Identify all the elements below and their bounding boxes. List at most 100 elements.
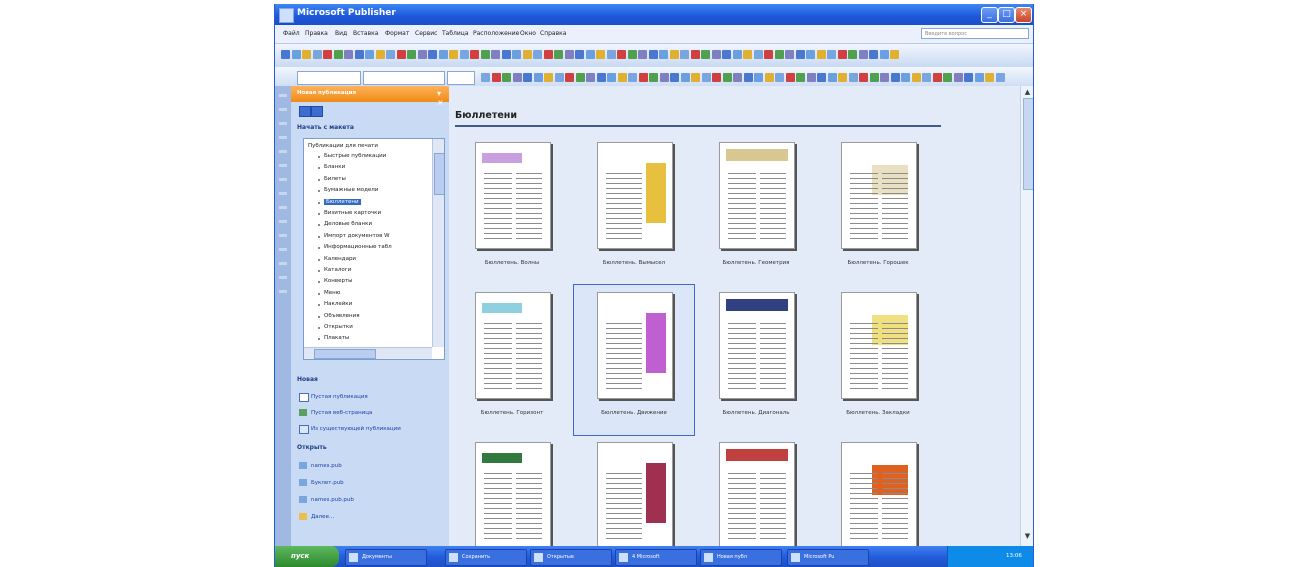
toolbar-button-icon[interactable] xyxy=(827,50,836,59)
tree-item[interactable]: Импорт документов W xyxy=(324,233,390,239)
template-label[interactable]: Бюллетень. Закладки xyxy=(823,410,933,416)
toolbar-button-icon[interactable] xyxy=(890,50,899,59)
toolbar-button-icon[interactable] xyxy=(470,50,479,59)
tree-item[interactable]: Объявления xyxy=(324,313,360,319)
tree-item[interactable]: Меню xyxy=(324,290,340,296)
tree-item[interactable]: Конверты xyxy=(324,278,353,284)
taskbar-task-button[interactable]: Документы xyxy=(345,549,427,566)
format-button-icon[interactable] xyxy=(670,73,679,82)
toolbar-button-icon[interactable] xyxy=(764,50,773,59)
tree-item[interactable]: Наклейки xyxy=(324,301,352,307)
gallery-scrollbar[interactable]: ▲ ▼ xyxy=(1020,86,1033,546)
toolbar-button-icon[interactable] xyxy=(869,50,878,59)
open-file-link-2[interactable]: Буклет.pub xyxy=(311,480,344,486)
menu-edit[interactable]: Правка xyxy=(305,30,328,37)
template-thumbnail[interactable] xyxy=(719,442,795,546)
toolbar-button-icon[interactable] xyxy=(449,50,458,59)
format-button-icon[interactable] xyxy=(596,73,606,82)
format-button-icon[interactable] xyxy=(491,73,501,82)
tree-item[interactable]: Визитные карточки xyxy=(324,210,381,216)
format-button-icon[interactable] xyxy=(827,73,837,82)
toolbar-button-icon[interactable] xyxy=(428,50,437,59)
template-label[interactable]: Бюллетень. Геометрия xyxy=(701,260,811,266)
template-thumbnail[interactable] xyxy=(719,292,795,399)
template-thumbnail[interactable] xyxy=(597,142,673,249)
template-thumbnail[interactable] xyxy=(841,142,917,249)
format-button-icon[interactable] xyxy=(775,73,784,82)
start-button[interactable]: пуск xyxy=(275,546,339,567)
blank-web-page-link[interactable]: Пустая веб-страница xyxy=(311,410,372,416)
format-button-icon[interactable] xyxy=(649,73,658,82)
format-button-icon[interactable] xyxy=(691,73,700,82)
format-button-icon[interactable] xyxy=(638,73,648,82)
format-button-icon[interactable] xyxy=(932,73,942,82)
taskbar-task-button[interactable]: 4 Microsoft xyxy=(615,549,697,566)
format-button-icon[interactable] xyxy=(974,73,984,82)
help-question-box[interactable]: Введите вопрос xyxy=(921,28,1029,39)
format-button-icon[interactable] xyxy=(680,73,690,82)
format-button-icon[interactable] xyxy=(796,73,805,82)
blank-publication-link[interactable]: Пустая публикация xyxy=(311,394,368,400)
menu-format[interactable]: Формат xyxy=(385,30,409,37)
format-button-icon[interactable] xyxy=(953,73,963,82)
close-button[interactable]: × xyxy=(1015,7,1032,23)
toolbar-button-icon[interactable] xyxy=(407,50,416,59)
toolbar-button-icon[interactable] xyxy=(333,50,343,59)
toolbar-button-icon[interactable] xyxy=(879,50,889,59)
format-button-icon[interactable] xyxy=(533,73,543,82)
toolbar-button-icon[interactable] xyxy=(753,50,763,59)
format-button-icon[interactable] xyxy=(901,73,910,82)
toolbar-button-icon[interactable] xyxy=(627,50,637,59)
format-button-icon[interactable] xyxy=(890,73,900,82)
menu-file[interactable]: Файл xyxy=(283,30,300,37)
template-thumbnail[interactable] xyxy=(841,442,917,546)
format-button-icon[interactable] xyxy=(554,73,564,82)
format-button-icon[interactable] xyxy=(995,73,1005,82)
toolbar-button-icon[interactable] xyxy=(669,50,679,59)
toolbar-button-icon[interactable] xyxy=(722,50,731,59)
format-button-icon[interactable] xyxy=(754,73,763,82)
toolbar-button-icon[interactable] xyxy=(323,50,332,59)
tree-item[interactable]: Бюллетени xyxy=(324,198,361,205)
template-thumbnail[interactable] xyxy=(475,142,551,249)
tree-item[interactable]: Плакаты xyxy=(324,335,349,341)
toolbar-button-icon[interactable] xyxy=(291,50,301,59)
format-button-icon[interactable] xyxy=(859,73,868,82)
toolbar-button-icon[interactable] xyxy=(564,50,574,59)
tree-horizontal-scrollbar[interactable] xyxy=(304,347,432,359)
toolbar-button-icon[interactable] xyxy=(606,50,616,59)
toolbar-button-icon[interactable] xyxy=(774,50,784,59)
toolbar-button-icon[interactable] xyxy=(417,50,427,59)
format-button-icon[interactable] xyxy=(985,73,994,82)
style-dropdown[interactable] xyxy=(297,71,361,85)
toolbar-button-icon[interactable] xyxy=(575,50,584,59)
publication-type-tree[interactable]: Публикации для печати Быстрые публикации… xyxy=(303,138,445,360)
menu-window[interactable]: Окно xyxy=(520,30,536,37)
font-dropdown[interactable] xyxy=(363,71,445,85)
toolbar-button-icon[interactable] xyxy=(281,50,290,59)
scroll-thumb[interactable] xyxy=(1023,98,1033,190)
tree-item[interactable]: Календари xyxy=(324,256,356,262)
toolbar-button-icon[interactable] xyxy=(438,50,448,59)
tree-item[interactable]: Бланки xyxy=(324,164,345,170)
format-button-icon[interactable] xyxy=(607,73,616,82)
taskbar-task-button[interactable]: Сохранить xyxy=(445,549,527,566)
format-button-icon[interactable] xyxy=(911,73,921,82)
toolbar-button-icon[interactable] xyxy=(785,50,794,59)
toolbar-button-icon[interactable] xyxy=(512,50,521,59)
tree-item[interactable]: Каталоги xyxy=(324,267,351,273)
toolbar-button-icon[interactable] xyxy=(344,50,353,59)
format-button-icon[interactable] xyxy=(502,73,511,82)
toolbar-button-icon[interactable] xyxy=(858,50,868,59)
format-button-icon[interactable] xyxy=(733,73,742,82)
format-button-icon[interactable] xyxy=(869,73,879,82)
toolbar-button-icon[interactable] xyxy=(365,50,374,59)
toolbar-button-icon[interactable] xyxy=(732,50,742,59)
format-button-icon[interactable] xyxy=(628,73,637,82)
toolbar-button-icon[interactable] xyxy=(554,50,563,59)
toolbar-button-icon[interactable] xyxy=(522,50,532,59)
toolbar-button-icon[interactable] xyxy=(701,50,710,59)
tree-item[interactable]: Быстрые публикации xyxy=(324,153,386,159)
minimize-button[interactable]: _ xyxy=(981,7,998,23)
format-button-icon[interactable] xyxy=(523,73,532,82)
